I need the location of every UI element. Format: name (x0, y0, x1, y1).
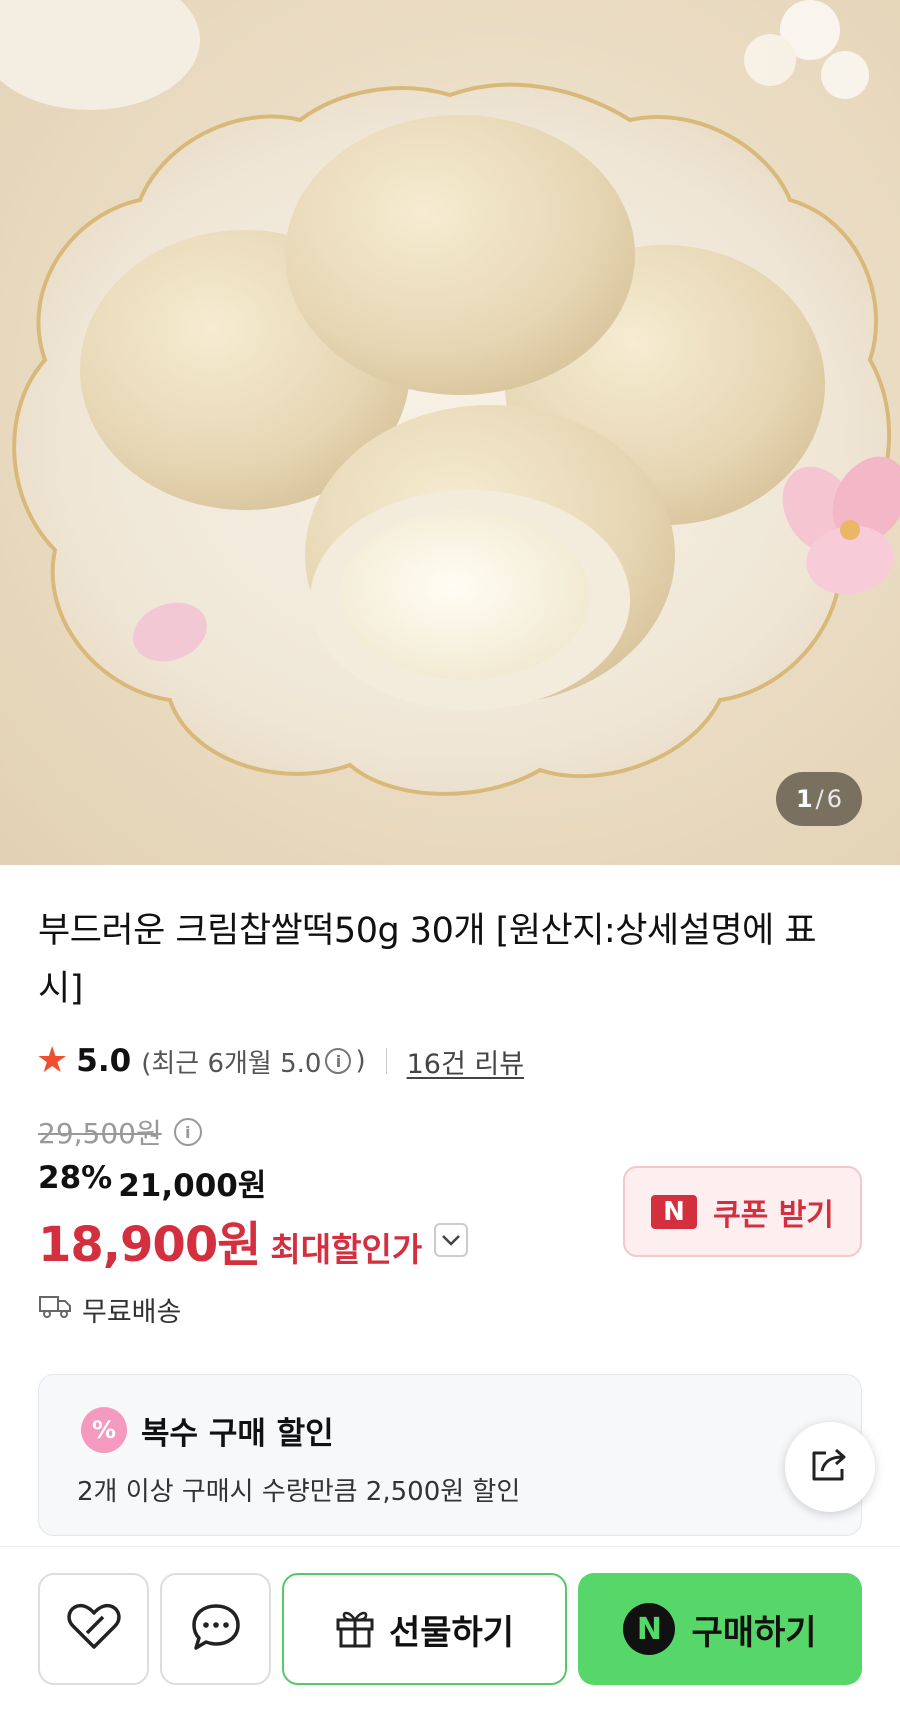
image-counter-current: 1 (795, 785, 813, 813)
promo-title-row: % 복수 구매 할인 (81, 1407, 334, 1453)
naver-n-icon: N (651, 1194, 698, 1229)
max-discount-label: 최대할인가 (270, 1230, 423, 1269)
gift-icon (335, 1606, 375, 1652)
image-counter: 1 / 6 (776, 772, 862, 826)
naver-pay-icon: N (623, 1603, 676, 1655)
image-counter-separator: / (815, 785, 824, 813)
rating-row: ★ 5.0 (최근 6개월 5.0 i ) 16건 리뷰 (36, 1038, 524, 1084)
share-icon (808, 1445, 852, 1489)
rating-divider (385, 1048, 387, 1074)
original-price-row: 29,500원 i (38, 1112, 206, 1152)
wishlist-button[interactable] (38, 1573, 149, 1685)
coupon-label: 쿠폰 받기 (713, 1197, 834, 1233)
recent-rating-close: ) (355, 1046, 366, 1076)
shipping-label: 무료배송 (82, 1297, 182, 1328)
talk-button[interactable] (160, 1573, 271, 1685)
max-discount-row: 18,900원 최대할인가 (38, 1205, 469, 1275)
promo-description: 2개 이상 구매시 수량만큼 2,500원 할인 (77, 1477, 521, 1507)
percent-icon: % (81, 1407, 127, 1453)
truck-icon (38, 1293, 72, 1326)
discount-rate: 28% (38, 1160, 113, 1196)
star-icon: ★ (36, 1040, 69, 1081)
chat-bubble-icon (190, 1602, 242, 1656)
sale-price: 21,000원 (118, 1168, 267, 1204)
bottom-action-bar: 선물하기 N 구매하기 (0, 1546, 900, 1709)
gift-label: 선물하기 (388, 1612, 515, 1653)
heart-icon (66, 1603, 121, 1655)
coupon-button[interactable]: N 쿠폰 받기 (623, 1166, 862, 1257)
recent-rating-text: (최근 6개월 5.0 (141, 1048, 322, 1079)
chevron-down-icon[interactable] (434, 1223, 469, 1257)
share-button[interactable] (785, 1422, 875, 1512)
reviews-link[interactable]: 16건 리뷰 (407, 1042, 524, 1081)
product-photo (0, 0, 900, 796)
rating-score: 5.0 (76, 1043, 132, 1079)
sale-price-row: 28% 21,000원 (38, 1160, 266, 1205)
info-icon[interactable]: i (325, 1048, 352, 1074)
promo-title: 복수 구매 할인 (141, 1415, 334, 1452)
image-counter-total: 6 (826, 785, 843, 813)
buy-button[interactable]: N 구매하기 (578, 1573, 862, 1685)
max-discount-price: 18,900원 (38, 1217, 261, 1273)
product-image[interactable]: 1 / 6 (0, 0, 900, 865)
multi-buy-promo[interactable]: % 복수 구매 할인 2개 이상 구매시 수량만큼 2,500원 할인 (38, 1374, 862, 1536)
price-info-icon[interactable]: i (173, 1118, 202, 1146)
shipping-info: 무료배송 (38, 1290, 181, 1329)
recent-rating: (최근 6개월 5.0 i ) (141, 1043, 365, 1080)
gift-button[interactable]: 선물하기 (282, 1573, 567, 1685)
buy-label: 구매하기 (691, 1612, 817, 1653)
original-price: 29,500원 (38, 1117, 162, 1150)
product-title: 부드러운 크림찹쌀떡50g 30개 [원산지:상세설명에 표시] (38, 911, 817, 1009)
